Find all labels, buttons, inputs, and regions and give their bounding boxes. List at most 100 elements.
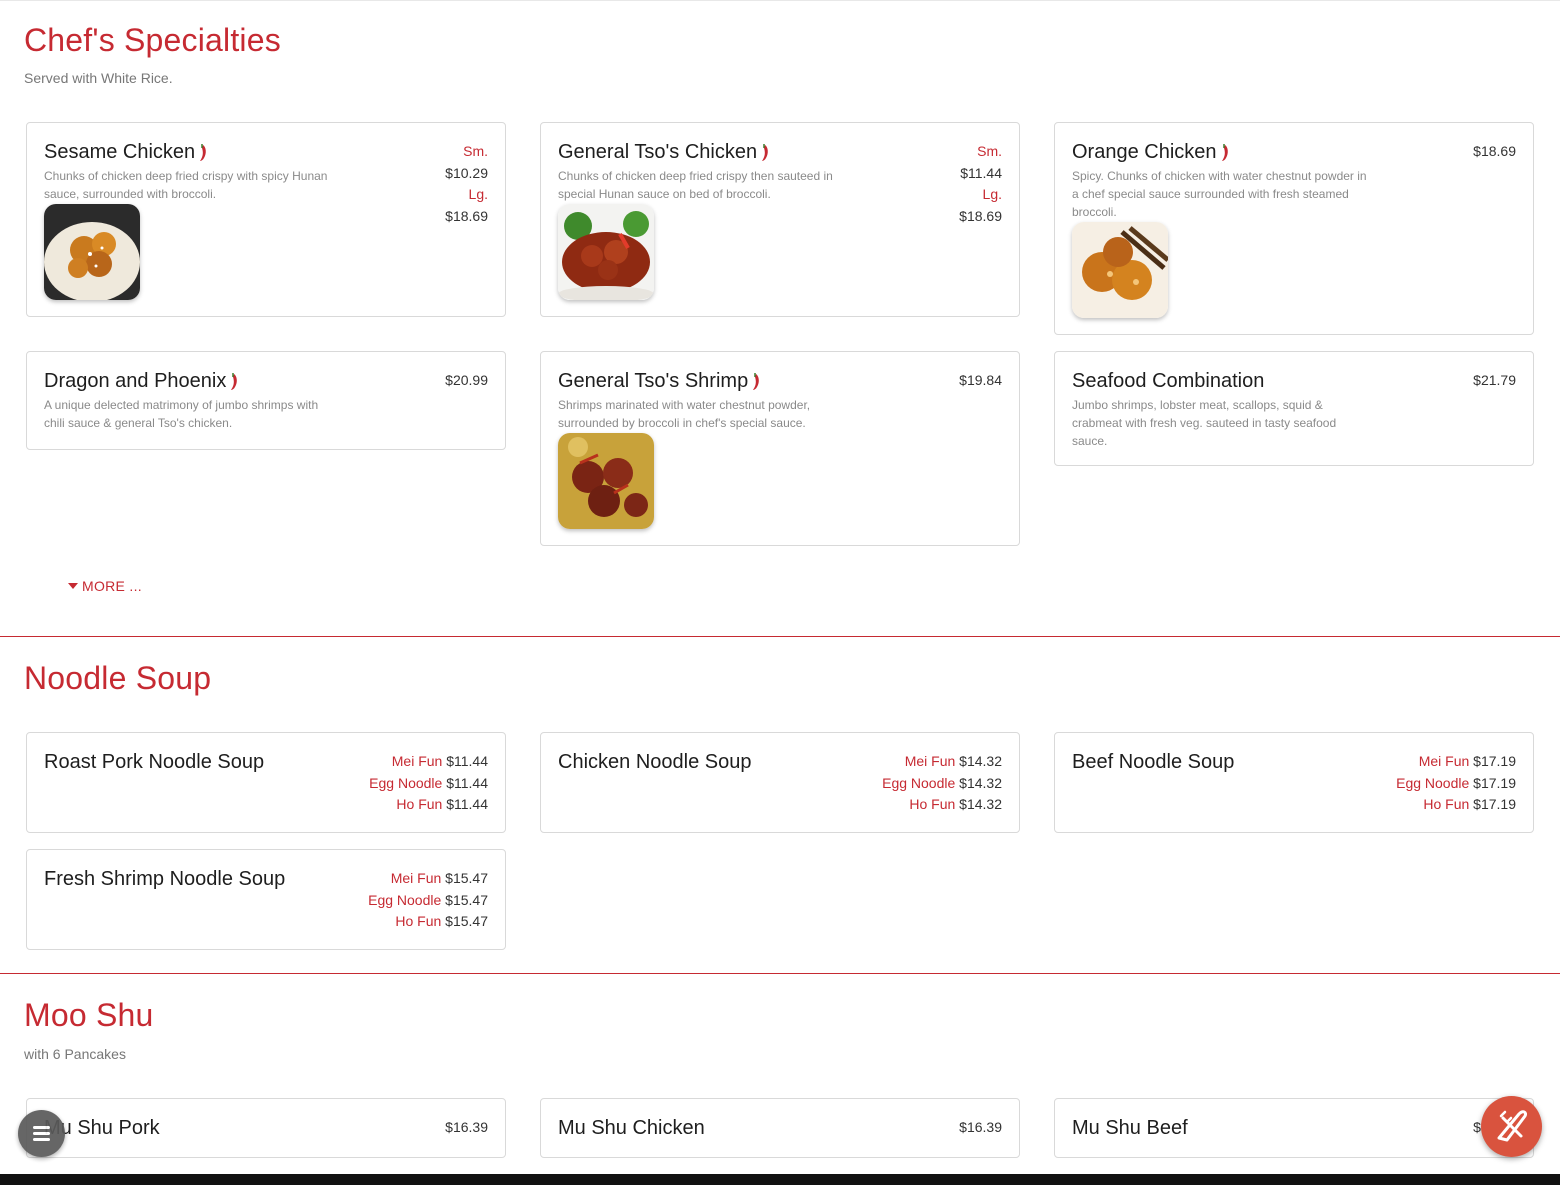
item-name: Roast Pork Noodle Soup [44,751,265,773]
fork-knife-icon [1497,1110,1527,1142]
section-divider [0,973,1560,974]
item-price: $18.69 [1473,143,1516,159]
item-price: $16.39 [959,1119,1002,1135]
price-option: Mei Fun $17.19 [1396,751,1516,773]
size-label-small: Sm. [463,143,488,159]
item-prices: Mei Fun $11.44 Egg Noodle $11.44 Ho Fun … [369,751,488,816]
section-title-noodle-soup: Noodle Soup [24,660,212,696]
item-prices: $21.79 [1473,370,1516,392]
option-price: $11.44 [446,753,488,769]
hamburger-menu-icon [33,1126,50,1141]
size-label-large: Lg. [982,186,1002,202]
price-option: Ho Fun $14.32 [882,794,1002,816]
option-price: $11.44 [446,796,488,812]
item-description: A unique delected matrimony of jumbo shr… [44,398,319,430]
option-label: Ho Fun [395,913,442,929]
option-price: $14.32 [959,774,1002,791]
item-name: General Tso's Shrimp [558,370,749,392]
item-prices: Mei Fun $17.19 Egg Noodle $17.19 Ho Fun … [1396,751,1516,816]
price-option: Egg Noodle $11.44 [369,773,488,795]
section-title-moo-shu: Moo Shu [24,997,154,1033]
option-label: Egg Noodle [368,891,442,908]
item-prices: $19.84 [959,370,1002,392]
item-prices: $16.39 [445,1117,488,1139]
menu-item-sesame-chicken[interactable]: Sesame Chicken Chunks of chicken deep fr… [26,122,506,317]
item-name: Fresh Shrimp Noodle Soup [44,868,286,890]
option-price: $11.44 [446,774,488,791]
price-option: Ho Fun $11.44 [369,794,488,816]
menu-item-seafood-combination[interactable]: Seafood Combination Jumbo shrimps, lobst… [1054,351,1534,466]
menu-item-mu-shu-chicken[interactable]: Mu Shu Chicken $16.39 [540,1098,1020,1158]
price-small: $10.29 [445,164,488,181]
price-option: Ho Fun $17.19 [1396,794,1516,816]
option-label: Egg Noodle [1396,774,1470,791]
price-large: $18.69 [959,207,1002,224]
option-price: $15.47 [445,891,488,908]
menu-item-orange-chicken[interactable]: Orange Chicken Spicy. Chunks of chicken … [1054,122,1534,335]
item-price: $19.84 [959,372,1002,388]
price-option: Ho Fun $15.47 [368,911,488,933]
item-price: $21.79 [1473,372,1516,388]
item-description: Shrimps marinated with water chestnut po… [558,398,811,430]
size-label-large: Lg. [468,186,488,202]
option-label: Mei Fun [391,753,443,769]
item-price: $20.99 [445,372,488,388]
option-price: $14.32 [959,796,1002,812]
menu-item-beef-noodle-soup[interactable]: Beef Noodle Soup Mei Fun $17.19 Egg Nood… [1054,732,1534,833]
caret-down-icon [68,583,78,589]
item-name: Orange Chicken [1072,141,1217,163]
option-label: Ho Fun [1423,796,1470,812]
menu-item-general-tsos-shrimp[interactable]: General Tso's Shrimp Shrimps marinated w… [540,351,1020,546]
price-option: Mei Fun $14.32 [882,751,1002,773]
option-label: Ho Fun [909,796,956,812]
item-prices: Sm. $10.29 Lg. $18.69 [445,141,488,227]
option-label: Egg Noodle [369,774,443,791]
chili-pepper-icon [753,373,760,390]
option-price: $17.19 [1473,796,1516,812]
section-subtitle-chefs-specialties: Served with White Rice. [24,70,173,86]
size-label-small: Sm. [977,143,1002,159]
top-border [0,0,1560,1]
item-prices: $20.99 [445,370,488,392]
item-prices: Mei Fun $14.32 Egg Noodle $14.32 Ho Fun … [882,751,1002,816]
menu-item-mu-shu-beef[interactable]: Mu Shu Beef $19.19 [1054,1098,1534,1158]
price-option: Mei Fun $11.44 [369,751,488,773]
section-divider [0,636,1560,637]
item-name: Mu Shu Chicken [558,1117,705,1139]
option-price: $17.19 [1473,753,1516,769]
price-option: Egg Noodle $17.19 [1396,773,1516,795]
dish-photo [558,204,654,300]
option-label: Mei Fun [904,753,956,769]
chili-pepper-icon [200,144,206,161]
more-button-label: MORE ... [82,578,142,594]
bottom-bar [0,1174,1560,1185]
menu-item-chicken-noodle-soup[interactable]: Chicken Noodle Soup Mei Fun $14.32 Egg N… [540,732,1020,833]
menu-fab-button[interactable] [18,1110,65,1157]
item-name: Dragon and Phoenix [44,370,227,392]
section-title-chefs-specialties: Chef's Specialties [24,22,281,58]
item-description: Spicy. Chunks of chicken with water ches… [1072,169,1367,219]
item-description: Jumbo shrimps, lobster meat, scallops, s… [1072,398,1337,448]
option-label: Ho Fun [396,796,443,812]
item-prices: $18.69 [1473,141,1516,163]
item-prices: $16.39 [959,1117,1002,1139]
menu-item-dragon-and-phoenix[interactable]: Dragon and Phoenix A unique delected mat… [26,351,506,450]
chili-pepper-icon [231,373,238,390]
chili-pepper-icon [762,144,768,161]
menu-item-general-tsos-chicken[interactable]: General Tso's Chicken Chunks of chicken … [540,122,1020,317]
menu-item-fresh-shrimp-noodle-soup[interactable]: Fresh Shrimp Noodle Soup Mei Fun $15.47 … [26,849,506,950]
menu-item-mu-shu-pork[interactable]: Mu Shu Pork $16.39 [26,1098,506,1158]
item-price: $16.39 [445,1119,488,1135]
price-option: Mei Fun $15.47 [368,868,488,890]
item-prices: Sm. $11.44 Lg. $18.69 [959,141,1002,227]
menu-item-roast-pork-noodle-soup[interactable]: Roast Pork Noodle Soup Mei Fun $11.44 Eg… [26,732,506,833]
option-price: $17.19 [1473,774,1516,791]
item-name: Beef Noodle Soup [1072,751,1235,773]
order-fab-button[interactable] [1481,1096,1542,1157]
item-name: Seafood Combination [1072,370,1265,392]
price-option: Egg Noodle $14.32 [882,773,1002,795]
price-small: $11.44 [960,164,1002,181]
dish-photo [44,204,140,300]
more-button[interactable]: MORE ... [68,578,142,594]
item-description: Chunks of chicken deep fried crispy with… [44,169,328,201]
